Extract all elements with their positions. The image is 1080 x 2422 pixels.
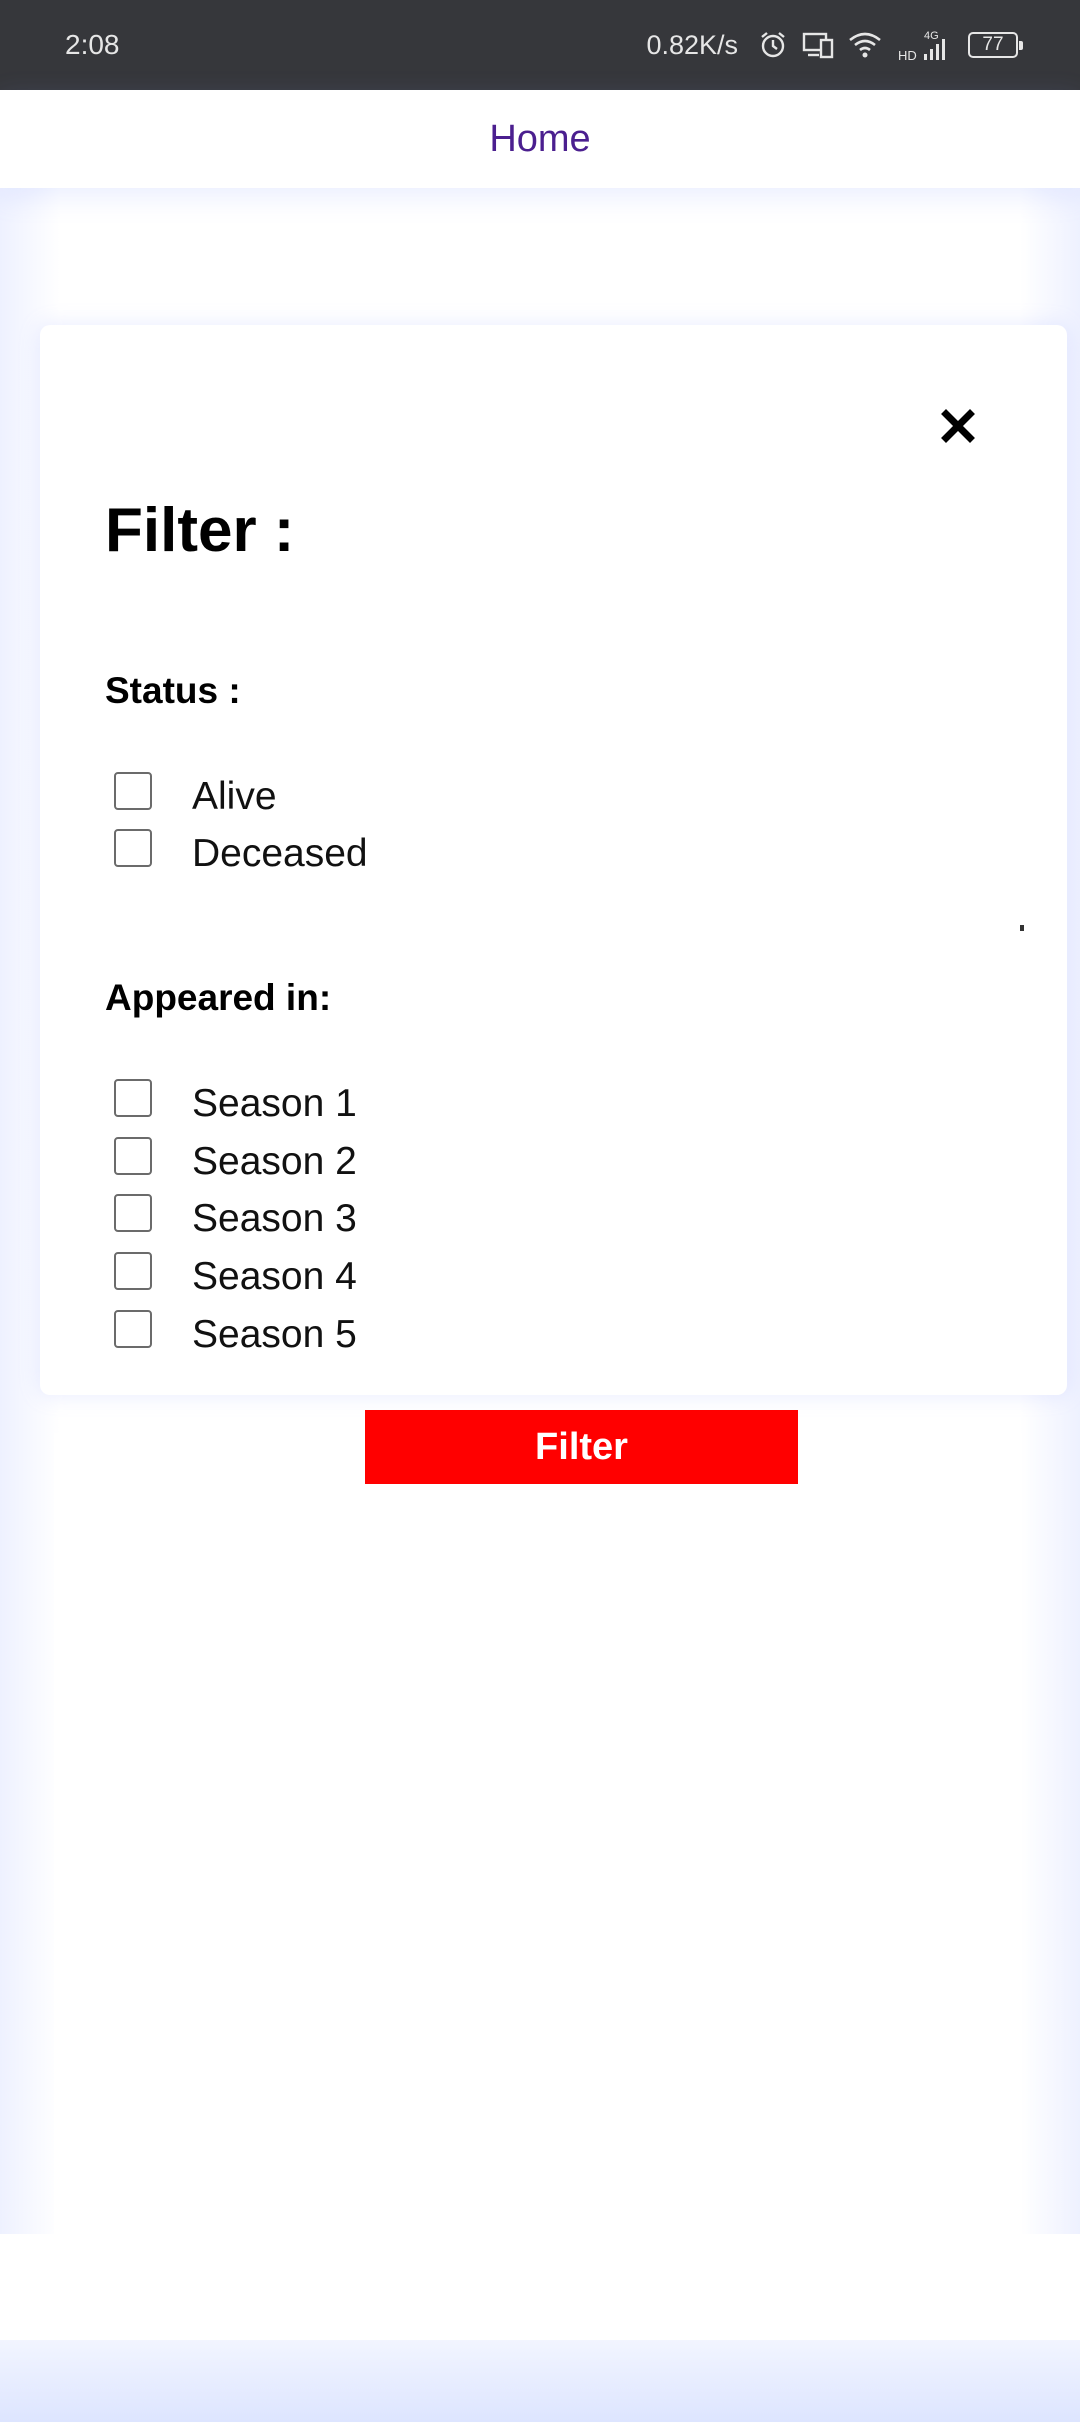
background-card: [54, 1433, 1022, 2234]
season-2-checkbox[interactable]: [114, 1137, 152, 1175]
close-icon: [941, 409, 975, 443]
status-option-deceased[interactable]: Deceased: [114, 829, 368, 878]
signal-4g-icon: HD 4G: [896, 28, 954, 62]
option-label: Season 3: [192, 1197, 357, 1240]
option-label: Deceased: [192, 832, 368, 875]
scroll-mark: [1020, 925, 1024, 931]
alarm-icon: [758, 30, 788, 60]
option-label: Season 2: [192, 1140, 357, 1183]
filter-title: Filter :: [105, 496, 295, 565]
season-1-checkbox[interactable]: [114, 1079, 152, 1117]
close-button[interactable]: [935, 403, 981, 449]
status-time: 2:08: [65, 29, 120, 60]
season-option-3[interactable]: Season 3: [114, 1194, 357, 1243]
filter-modal: Filter : Status : Alive Deceased Appeare…: [40, 325, 1067, 1395]
cast-icon: [802, 31, 834, 59]
season-5-checkbox[interactable]: [114, 1310, 152, 1348]
page-title: Home: [489, 117, 591, 160]
option-label: Season 1: [192, 1082, 357, 1125]
status-bar: 2:08 0.82K/s HD 4G 77: [0, 0, 1080, 90]
battery-icon: 77: [968, 32, 1023, 58]
alive-checkbox[interactable]: [114, 772, 152, 810]
navigation-area: [0, 2234, 1080, 2340]
svg-text:4G: 4G: [924, 30, 939, 42]
season-option-4[interactable]: Season 4: [114, 1252, 357, 1301]
app-bar: Home: [0, 90, 1080, 188]
appeared-section-label: Appeared in:: [105, 977, 332, 1018]
season-4-checkbox[interactable]: [114, 1252, 152, 1290]
option-label: Season 4: [192, 1255, 357, 1298]
season-option-5[interactable]: Season 5: [114, 1310, 357, 1359]
filter-button[interactable]: Filter: [365, 1410, 798, 1484]
season-option-2[interactable]: Season 2: [114, 1137, 357, 1186]
status-icons: 0.82K/s HD 4G 77: [646, 28, 1023, 62]
season-3-checkbox[interactable]: [114, 1194, 152, 1232]
status-section-label: Status :: [105, 670, 241, 711]
wifi-icon: [848, 31, 882, 59]
option-label: Season 5: [192, 1313, 357, 1356]
deceased-checkbox[interactable]: [114, 829, 152, 867]
option-label: Alive: [192, 775, 277, 818]
network-speed: 0.82K/s: [646, 29, 738, 60]
svg-text:HD: HD: [898, 48, 917, 62]
status-option-alive[interactable]: Alive: [114, 772, 277, 821]
season-option-1[interactable]: Season 1: [114, 1079, 357, 1128]
